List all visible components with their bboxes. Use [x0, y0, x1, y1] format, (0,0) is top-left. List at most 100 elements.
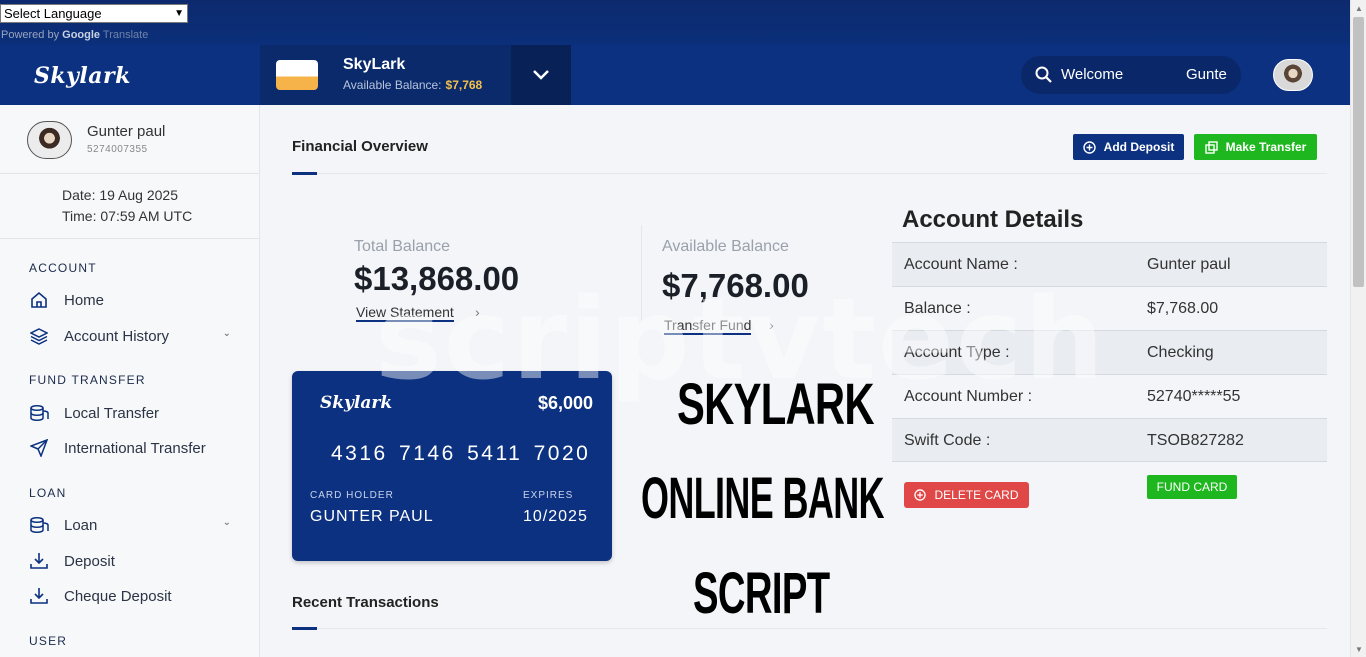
- translate-link[interactable]: Translate: [103, 29, 148, 41]
- credit-card: Skylark $6,000 4316 7146 5411 7020 CARD …: [292, 371, 612, 561]
- sidebar-item-local-transfer[interactable]: Local Transfer: [29, 400, 234, 426]
- table-row: Account Number : 52740*****55: [892, 374, 1327, 418]
- card-number: 4316 7146 5411 7020: [331, 442, 591, 465]
- sidebar-item-international-transfer[interactable]: International Transfer: [29, 435, 234, 461]
- account-details-table: Account Name : Gunter paul Balance : $7,…: [892, 242, 1327, 462]
- welcome-search[interactable]: Welcome Gunte: [1021, 56, 1241, 94]
- fund-card-button[interactable]: FUND CARD: [1147, 475, 1237, 499]
- section-user: USER: [29, 634, 68, 648]
- view-statement-link[interactable]: View Statement: [356, 304, 454, 322]
- chevron-down-icon: ▼: [174, 8, 184, 19]
- section-fund-transfer: FUND TRANSFER: [29, 373, 146, 387]
- coins-icon: [29, 515, 49, 535]
- promo-line-1: SKYLARK: [677, 372, 875, 437]
- sidebar-item-label: Home: [64, 291, 105, 309]
- available-balance-label: Available Balance: [662, 238, 789, 255]
- row-value: $7,768.00: [1147, 300, 1219, 317]
- promo-line-3: SCRIPT: [693, 561, 830, 626]
- row-key: Account Name :: [904, 256, 1018, 273]
- account-switcher-name: SkyLark: [343, 56, 406, 73]
- transfer-fund-link[interactable]: Transfer Fund: [664, 317, 752, 335]
- row-key: Account Type :: [904, 344, 1010, 361]
- recent-transactions-title: Recent Transactions: [292, 594, 439, 611]
- sidebar-item-label: Deposit: [64, 552, 115, 570]
- download-icon: [29, 586, 49, 606]
- row-value: Checking: [1147, 344, 1214, 361]
- sidebar-item-cheque-deposit[interactable]: Cheque Deposit: [29, 583, 234, 609]
- powered-by-label: Powered by: [1, 29, 60, 41]
- header-avatar[interactable]: [1273, 59, 1313, 91]
- sidebar-item-label: Loan: [64, 516, 98, 534]
- scroll-up-icon[interactable]: ▲: [1355, 4, 1363, 13]
- card-expires-value: 10/2025: [523, 508, 588, 525]
- table-row: Account Name : Gunter paul: [892, 242, 1327, 286]
- sidebar: Gunter paul 5274007355 Date: 19 Aug 2025…: [0, 105, 260, 657]
- page-title: Financial Overview: [292, 138, 428, 155]
- home-icon: [29, 290, 49, 310]
- search-icon: [1035, 66, 1052, 83]
- account-details-title: Account Details: [902, 206, 1084, 233]
- make-transfer-button[interactable]: Make Transfer: [1194, 134, 1317, 160]
- sidebar-item-deposit[interactable]: Deposit: [29, 548, 234, 574]
- user-name: Gunter paul: [87, 123, 166, 140]
- row-value: TSOB827282: [1147, 432, 1244, 449]
- recent-transactions-divider: [317, 628, 1327, 629]
- delete-card-label: DELETE CARD: [934, 488, 1019, 502]
- table-row: Swift Code : TSOB827282: [892, 418, 1327, 462]
- card-logo: Skylark: [320, 393, 393, 413]
- card-amount: $6,000: [537, 393, 593, 413]
- sidebar-item-label: Cheque Deposit: [64, 587, 172, 605]
- add-deposit-button[interactable]: Add Deposit: [1073, 134, 1184, 160]
- welcome-user-name: Gunte: [1186, 66, 1227, 83]
- row-key: Account Number :: [904, 388, 1033, 405]
- account-switcher-balance: Available Balance: $7,768: [343, 78, 482, 92]
- chevron-down-icon: [533, 70, 549, 80]
- available-balance-value: $7,768.00: [662, 267, 809, 304]
- title-underline: [292, 172, 317, 175]
- sidebar-item-label: International Transfer: [64, 439, 206, 457]
- scroll-thumb[interactable]: [1353, 17, 1364, 287]
- account-dropdown-button[interactable]: [511, 45, 571, 105]
- time-text: Time: 07:59 AM UTC: [62, 208, 193, 224]
- card-expires-label: EXPIRES: [523, 490, 574, 501]
- card-holder-name: GUNTER PAUL: [310, 508, 434, 525]
- account-switcher[interactable]: SkyLark Available Balance: $7,768: [260, 45, 511, 105]
- section-account: ACCOUNT: [29, 261, 97, 275]
- promo-line-2: ONLINE BANK: [641, 466, 885, 531]
- user-account-number: 5274007355: [87, 144, 148, 155]
- main-content: Financial Overview Add Deposit Make Tran…: [260, 105, 1350, 657]
- row-key: Swift Code :: [904, 432, 991, 449]
- language-select-label: Select Language: [4, 6, 102, 21]
- language-select[interactable]: Select Language ▼: [0, 4, 188, 23]
- plus-circle-icon: [914, 489, 927, 501]
- scroll-down-icon[interactable]: ▼: [1355, 645, 1363, 654]
- make-transfer-label: Make Transfer: [1225, 140, 1307, 154]
- powered-by-google: Powered by Google Translate: [1, 29, 148, 41]
- balance-label: Available Balance:: [343, 78, 442, 92]
- plus-circle-icon: [1082, 140, 1096, 154]
- download-icon: [29, 551, 49, 571]
- sidebar-item-home[interactable]: Home: [29, 287, 234, 313]
- google-label: Google: [62, 29, 101, 41]
- title-divider: [317, 173, 1327, 174]
- date-text: Date: 19 Aug 2025: [62, 187, 178, 203]
- layers-icon: [29, 326, 49, 346]
- chevron-down-icon: ⌄: [222, 328, 231, 339]
- sidebar-item-label: Local Transfer: [64, 404, 160, 422]
- sidebar-item-loan[interactable]: Loan ⌄: [29, 512, 234, 538]
- sidebar-item-label: Account History: [64, 327, 170, 345]
- total-balance-label: Total Balance: [354, 238, 451, 255]
- avatar: [27, 121, 72, 159]
- total-balance-value: $13,868.00: [354, 260, 520, 297]
- delete-card-button[interactable]: DELETE CARD: [904, 482, 1029, 508]
- sidebar-item-account-history[interactable]: Account History ⌄: [29, 323, 234, 349]
- chevron-right-icon: ›: [475, 304, 480, 320]
- chevron-down-icon: ⌄: [222, 517, 231, 528]
- logo[interactable]: Skylark: [34, 63, 131, 89]
- coins-icon: [29, 403, 49, 423]
- scrollbar[interactable]: ▲ ▼: [1350, 0, 1366, 657]
- card-holder-label: CARD HOLDER: [310, 490, 394, 501]
- balance-divider: [641, 225, 642, 320]
- copy-icon: [1204, 140, 1218, 154]
- recent-transactions-underline: [292, 627, 317, 630]
